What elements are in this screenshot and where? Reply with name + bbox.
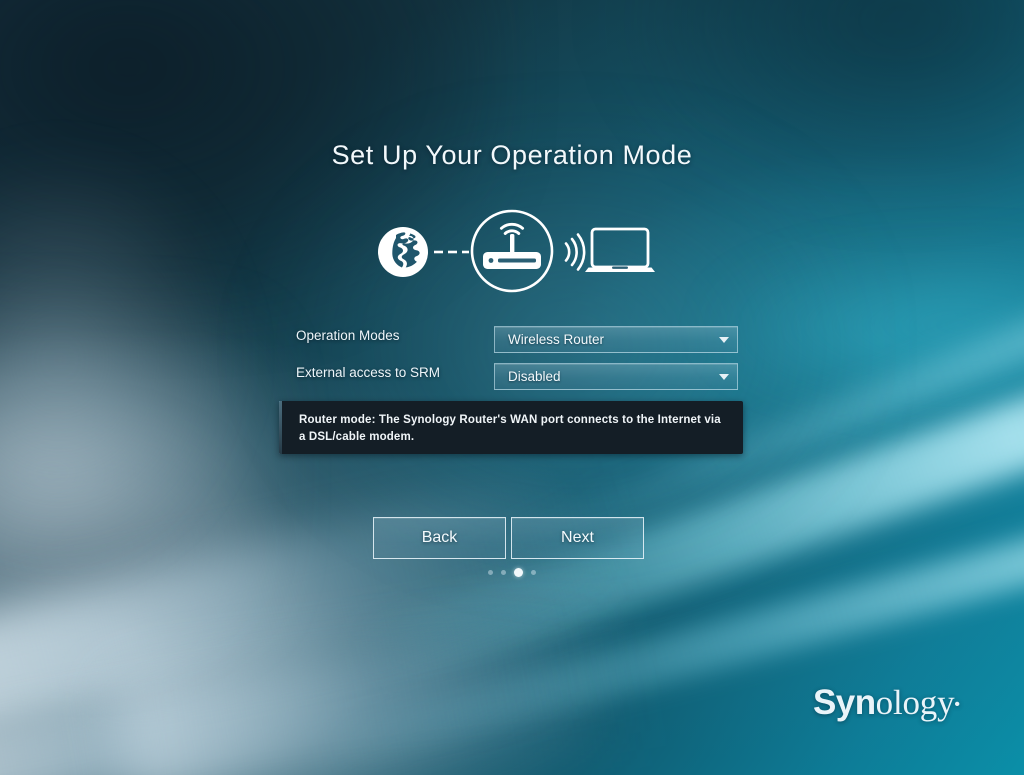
laptop-icon <box>585 227 655 272</box>
setup-wizard-screen: Set Up Your Operation Mode Operation Mod… <box>0 0 1024 775</box>
wifi-waves-icon <box>564 233 586 271</box>
synology-logo: Synology• <box>813 683 960 723</box>
select-operation-modes-value: Wireless Router <box>508 332 605 347</box>
page-title: Set Up Your Operation Mode <box>331 140 693 170</box>
step-dot-4[interactable] <box>531 570 536 575</box>
operation-mode-diagram <box>370 206 660 298</box>
panel-left-edge <box>279 401 282 454</box>
form-row-external-access: External access to SRM Disabled <box>296 363 738 391</box>
wizard-button-bar: Back Next <box>373 517 644 559</box>
select-external-access-to-srm[interactable]: Disabled <box>494 363 738 390</box>
label-operation-modes: Operation Modes <box>296 328 400 343</box>
form-row-operation-modes: Operation Modes Wireless Router <box>296 326 738 354</box>
wireless-router-icon <box>470 209 554 293</box>
mode-description-text: Router mode: The Synology Router's WAN p… <box>299 414 721 443</box>
step-dot-3-active[interactable] <box>514 568 523 577</box>
operation-mode-form: Operation Modes Wireless Router External… <box>296 326 738 400</box>
next-button[interactable]: Next <box>511 517 644 559</box>
wizard-step-indicator <box>0 568 1024 577</box>
chevron-down-icon[interactable] <box>711 373 737 380</box>
globe-icon <box>378 227 428 277</box>
mode-description-panel: Router mode: The Synology Router's WAN p… <box>279 401 743 454</box>
step-dot-1[interactable] <box>488 570 493 575</box>
back-button[interactable]: Back <box>373 517 506 559</box>
chevron-down-icon[interactable] <box>711 336 737 343</box>
logo-trademark-mark: • <box>954 695 960 713</box>
logo-text-light: ology <box>875 683 955 722</box>
select-operation-modes[interactable]: Wireless Router <box>494 326 738 353</box>
label-external-access-to-srm: External access to SRM <box>296 365 441 380</box>
select-external-access-value: Disabled <box>508 369 561 384</box>
step-dot-2[interactable] <box>501 570 506 575</box>
logo-text-bold: Syn <box>812 683 876 722</box>
